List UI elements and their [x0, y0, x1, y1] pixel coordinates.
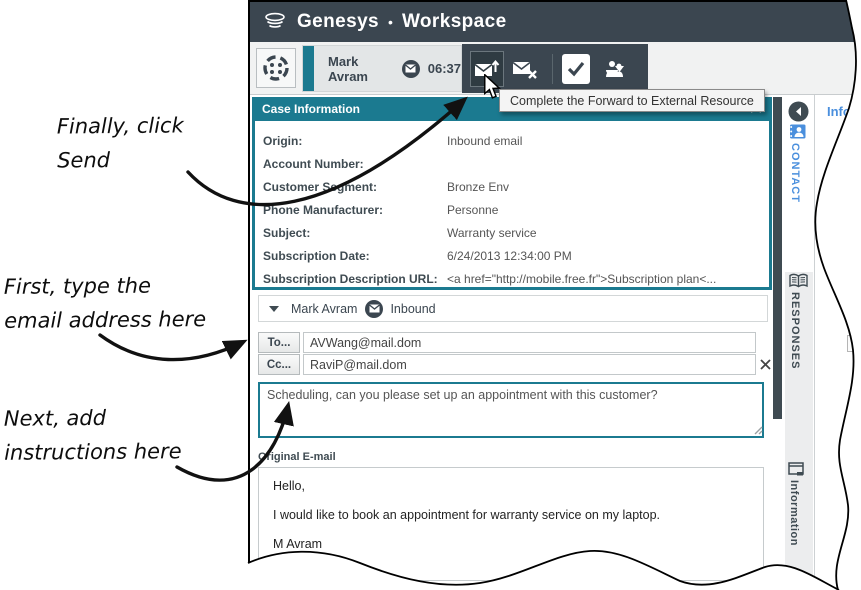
tab-information[interactable]: Information: [788, 462, 804, 551]
title-bar: Genesys • Workspace: [250, 2, 861, 42]
mark-done-button[interactable]: [562, 54, 591, 84]
expand-caret-icon[interactable]: [269, 306, 279, 312]
resize-handle-icon[interactable]: [754, 426, 763, 435]
case-field-label: Customer Segment:: [263, 180, 447, 194]
envelope-icon: [405, 64, 416, 73]
case-field-value: Inbound email: [447, 134, 522, 148]
email-direction-label: Inbound: [390, 302, 435, 316]
cc-input[interactable]: [303, 354, 756, 375]
party-actions-button[interactable]: [594, 51, 640, 87]
interaction-toolbar: Mark Avram 06:37: [250, 42, 861, 95]
to-input[interactable]: [303, 332, 756, 353]
case-field-value: <a href="http://mobile.free.fr">Subscrip…: [447, 272, 716, 286]
information-panel-title: Info: [827, 104, 851, 119]
case-field-row: Account Number:: [263, 152, 769, 175]
case-field-label: Subject:: [263, 226, 447, 240]
case-field-label: Origin:: [263, 134, 447, 148]
email-party-name: Mark Avram: [291, 302, 357, 316]
tab-information-label: Information: [788, 480, 800, 546]
product-name: Workspace: [402, 11, 507, 33]
remove-cc-button[interactable]: [756, 354, 774, 374]
brand-name: Genesys: [297, 11, 379, 33]
information-field-fragment: P: [849, 406, 857, 420]
interactions-hub-button[interactable]: [256, 48, 296, 88]
annotation-line: email address here: [4, 303, 206, 338]
case-information-panel: Case Information Origin: Inbound email A…: [252, 97, 772, 290]
envelope-icon: [369, 304, 380, 313]
original-email-line: I would like to book an appointment for …: [273, 508, 749, 522]
annotation-finally-click-send: Finally, click Send: [57, 109, 184, 177]
annotation-line: Next, add: [4, 401, 182, 436]
add-button[interactable]: +: [847, 335, 861, 352]
contact-card-icon: [789, 124, 806, 139]
original-email-label: Original E-mail: [258, 451, 336, 463]
case-field-label: Subscription Date:: [263, 249, 447, 263]
tab-responses-label: RESPONSES: [789, 292, 801, 369]
forward-tooltip: Complete the Forward to External Resourc…: [499, 89, 765, 112]
annotation-line: Send: [57, 143, 184, 178]
interaction-hub-icon: [262, 54, 290, 82]
interaction-party-name: Mark Avram: [328, 54, 394, 84]
case-field-label: Subscription Description URL:: [263, 272, 447, 286]
case-field-row: Origin: Inbound email: [263, 129, 769, 152]
email-interaction-badge: [402, 60, 420, 78]
tab-responses[interactable]: RESPONSES: [789, 273, 808, 374]
interaction-accent-tab: [303, 46, 314, 91]
done-check-icon: [567, 61, 585, 77]
vertical-scrollbar[interactable]: [773, 97, 782, 419]
close-icon: [760, 359, 771, 370]
original-email-line: Hello,: [273, 479, 749, 493]
annotation-line: Finally, click: [57, 109, 184, 144]
information-window-icon: [788, 462, 804, 476]
case-field-row: Customer Segment: Bronze Env: [263, 175, 769, 198]
annotation-line: instructions here: [4, 435, 182, 470]
inbound-email-badge: [365, 300, 383, 318]
arrow-to-to-field: [100, 335, 243, 360]
case-field-row: Subscription Description URL: <a href="h…: [263, 267, 769, 290]
brand-separator: •: [388, 14, 393, 30]
genesys-logo-icon: [262, 9, 288, 35]
caret-down-icon: [615, 66, 624, 72]
case-field-value: Warranty service: [447, 226, 537, 240]
tab-contact[interactable]: CONTACT: [789, 124, 806, 208]
annotation-add-instructions: Next, add instructions here: [4, 401, 182, 470]
original-email-line: M Avram: [273, 537, 749, 551]
case-field-value: Personne: [447, 203, 498, 217]
to-button[interactable]: To...: [258, 332, 300, 353]
annotation-line: First, type the: [4, 269, 206, 304]
complete-forward-button[interactable]: [470, 51, 504, 87]
case-field-value: Bronze Env: [447, 180, 509, 194]
annotation-type-email-address: First, type the email address here: [4, 269, 207, 338]
collapse-panel-button[interactable]: [788, 101, 809, 122]
cancel-forward-button[interactable]: [508, 51, 542, 87]
original-email-body: Hello, I would like to book an appointme…: [258, 467, 764, 581]
responses-book-icon: [789, 273, 808, 288]
forward-email-icon: [474, 58, 500, 80]
case-field-label: Account Number:: [263, 157, 447, 171]
active-interaction-bar[interactable]: Mark Avram 06:37: [302, 45, 462, 92]
forward-instructions-textarea[interactable]: Scheduling, can you please set up an app…: [258, 382, 764, 438]
information-panel: Info + P: [814, 95, 861, 590]
tab-contact-label: CONTACT: [789, 143, 801, 203]
case-field-row: Subscription Date: 6/24/2013 12:34:00 PM: [263, 244, 769, 267]
case-information-body: Origin: Inbound email Account Number: Cu…: [255, 122, 769, 287]
interaction-timer: 06:37: [428, 61, 461, 76]
case-field-row: Subject: Warranty service: [263, 221, 769, 244]
screenshot-canvas: Finally, click Send First, type the emai…: [0, 0, 861, 590]
email-party-row[interactable]: Mark Avram Inbound: [258, 295, 768, 322]
case-field-row: Phone Manufacturer: Personne: [263, 198, 769, 221]
case-field-value: 6/24/2013 12:34:00 PM: [447, 249, 572, 263]
cancel-forward-icon: [512, 58, 538, 80]
toolbar-divider: [552, 54, 553, 84]
case-field-label: Phone Manufacturer:: [263, 203, 447, 217]
cc-button[interactable]: Cc...: [258, 354, 300, 375]
email-action-buttons: [462, 44, 648, 93]
